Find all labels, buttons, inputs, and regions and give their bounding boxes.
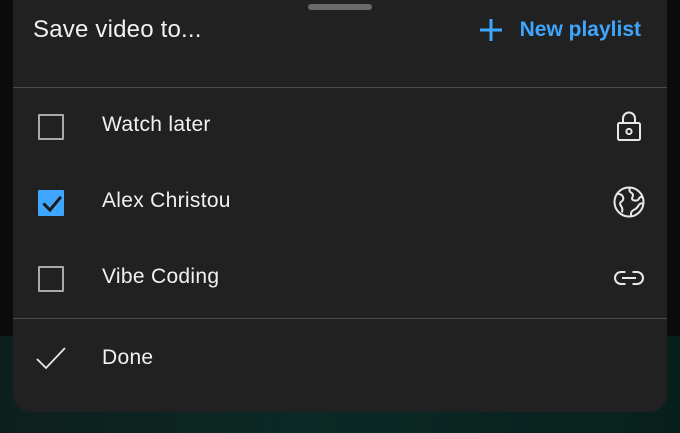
playlist-label: Alex Christou — [102, 189, 231, 212]
playlist-label: Vibe Coding — [102, 265, 220, 288]
playlist-row-watch-later[interactable]: Watch later — [13, 89, 667, 165]
plus-icon — [479, 19, 502, 41]
checkmark-icon — [36, 347, 66, 370]
checkmark-icon — [42, 195, 63, 213]
alex-christou-checkbox[interactable] — [38, 190, 64, 216]
new-playlist-label: New playlist — [519, 18, 641, 41]
playlist-row-vibe-coding[interactable]: Vibe Coding — [13, 241, 667, 317]
globe-icon — [613, 186, 645, 218]
save-to-playlist-sheet: Save video to... New playlist Watch late… — [13, 0, 667, 412]
playlist-label: Watch later — [102, 113, 211, 136]
sheet-title: Save video to... — [33, 16, 202, 43]
footer-divider — [13, 318, 667, 319]
vibe-coding-checkbox[interactable] — [38, 266, 64, 292]
header-divider — [13, 87, 667, 88]
done-button[interactable]: Done — [13, 322, 667, 396]
link-icon — [614, 271, 644, 285]
playlist-row-alex-christou[interactable]: Alex Christou — [13, 165, 667, 241]
new-playlist-button[interactable]: New playlist — [478, 14, 641, 46]
sheet-header: Save video to... New playlist — [13, 0, 667, 67]
lock-icon — [617, 111, 641, 141]
watch-later-checkbox[interactable] — [38, 114, 64, 140]
done-label: Done — [102, 346, 154, 369]
